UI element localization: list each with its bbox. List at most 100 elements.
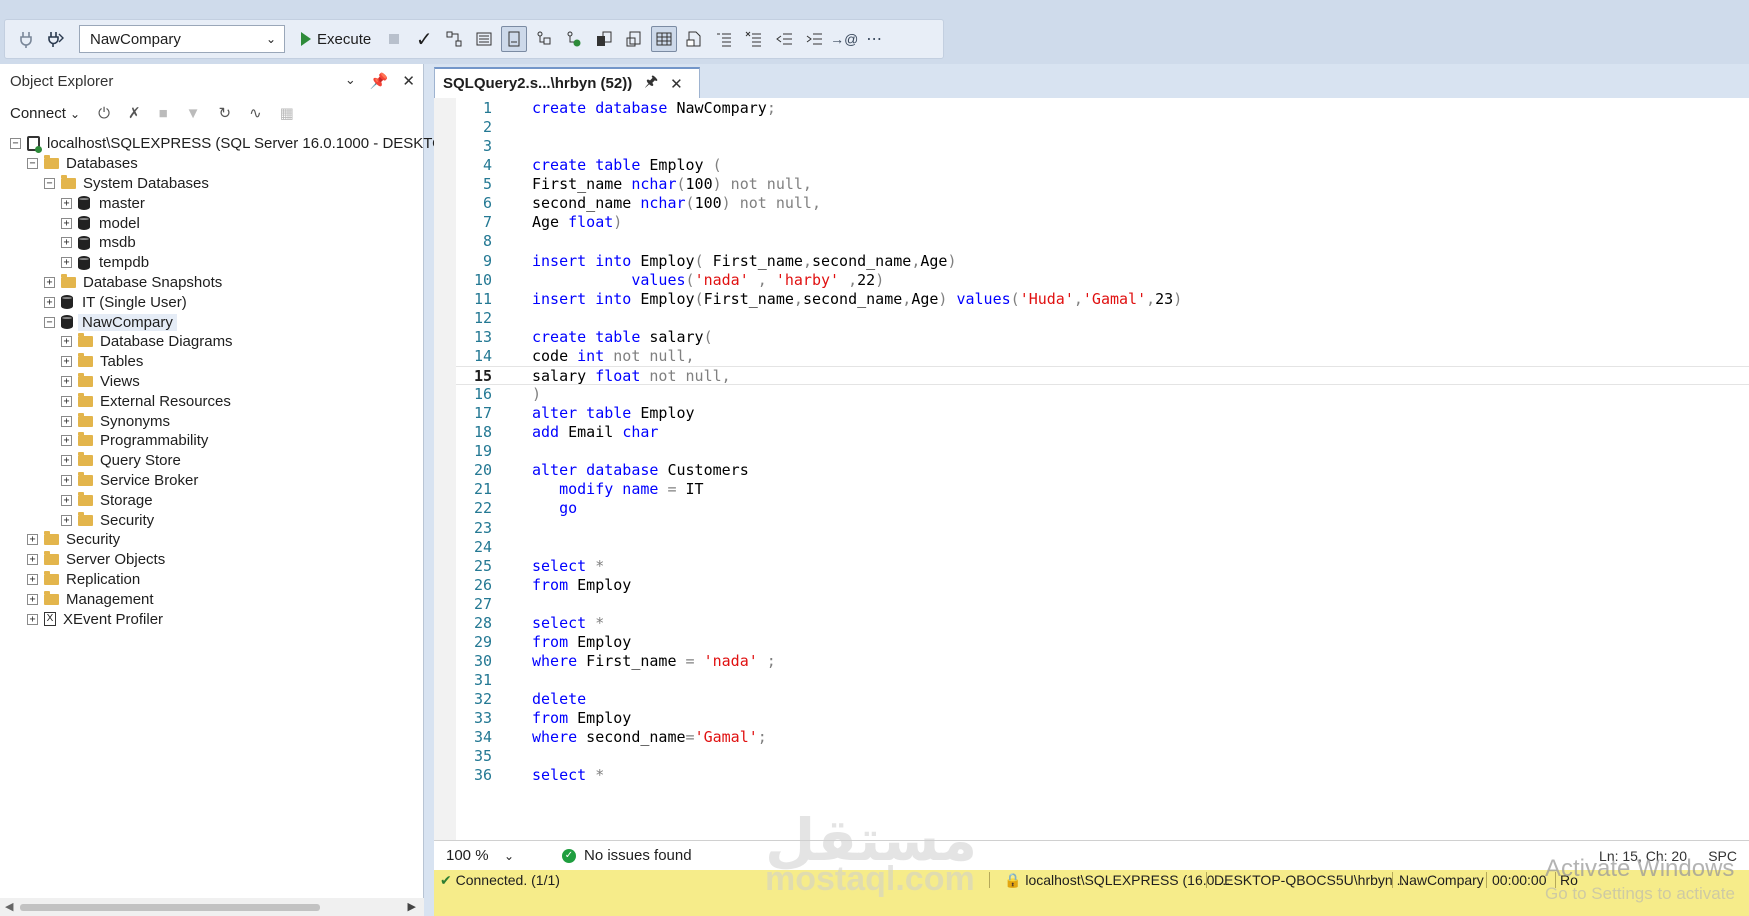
connect-icon[interactable]: [13, 26, 39, 52]
tree-node[interactable]: + Storage: [0, 490, 424, 510]
code-line[interactable]: 20 alter database Customers: [456, 461, 1749, 480]
tree-node[interactable]: + Query Store: [0, 451, 424, 471]
expand-icon[interactable]: +: [27, 593, 38, 605]
code-line[interactable]: 29 from Employ: [456, 633, 1749, 652]
expand-icon[interactable]: +: [61, 494, 72, 506]
tree-node[interactable]: + Service Broker: [0, 471, 424, 491]
code-line[interactable]: 14 code int not null,: [456, 347, 1749, 366]
code-line[interactable]: 6 second_name nchar(100) not null,: [456, 194, 1749, 213]
tab-sqlquery2[interactable]: SQLQuery2.s...\hrbyn (52)) 🖈 ✕: [434, 67, 700, 98]
specify-template-values-icon[interactable]: →@: [830, 26, 858, 52]
tree-node[interactable]: + Database Snapshots: [0, 273, 424, 293]
code-line[interactable]: 19: [456, 442, 1749, 461]
collapse-icon[interactable]: −: [44, 316, 55, 328]
code-line[interactable]: 4 create table Employ (: [456, 156, 1749, 175]
comment-lines-icon[interactable]: [711, 26, 737, 52]
tree-node[interactable]: + Replication: [0, 570, 424, 590]
tree-node[interactable]: + Programmability: [0, 431, 424, 451]
stop-icon[interactable]: [381, 26, 407, 52]
code-line[interactable]: 8: [456, 232, 1749, 251]
scroll-right-icon[interactable]: ▶: [408, 900, 416, 913]
pin-icon[interactable]: 🖈: [644, 71, 658, 96]
tree-node[interactable]: − localhost\SQLEXPRESS (SQL Server 16.0.1…: [0, 134, 579, 154]
collapse-icon[interactable]: −: [10, 138, 21, 150]
expand-icon[interactable]: +: [61, 395, 72, 407]
connect-plug-icon[interactable]: ⏻: [98, 105, 110, 122]
refresh-icon[interactable]: ↻: [218, 104, 231, 122]
code-line[interactable]: 22 go: [456, 499, 1749, 518]
issues-indicator[interactable]: ✓ No issues found: [562, 847, 692, 864]
collapse-icon[interactable]: −: [44, 177, 55, 189]
activity-monitor-icon[interactable]: ∿: [249, 104, 262, 122]
intellisense-toggle-icon[interactable]: [501, 26, 528, 52]
code-line[interactable]: 7 Age float): [456, 213, 1749, 232]
uncomment-lines-icon[interactable]: [741, 26, 767, 52]
code-line[interactable]: 1 create database NawCompary;: [456, 99, 1749, 118]
code-line[interactable]: 30 where First_name = 'nada' ;: [456, 652, 1749, 671]
code-line[interactable]: 21 modify name = IT: [456, 480, 1749, 499]
expand-icon[interactable]: +: [61, 455, 72, 467]
code-line[interactable]: 24: [456, 538, 1749, 557]
code-editor[interactable]: 1 create database NawCompary; 2 3 4 create ta…: [434, 98, 1749, 840]
code-line[interactable]: 32 delete: [456, 690, 1749, 709]
expand-icon[interactable]: +: [61, 415, 72, 427]
scroll-left-icon[interactable]: ◀: [5, 900, 13, 913]
code-line[interactable]: 26 from Employ: [456, 576, 1749, 595]
code-line[interactable]: 16): [456, 385, 1749, 404]
client-statistics-icon[interactable]: [591, 26, 617, 52]
expand-icon[interactable]: +: [61, 356, 72, 368]
disconnect-icon[interactable]: ✗: [128, 104, 141, 122]
expand-icon[interactable]: +: [44, 296, 55, 308]
expand-icon[interactable]: +: [27, 613, 38, 625]
tree-node[interactable]: + Security: [0, 530, 424, 550]
code-line[interactable]: 33 from Employ: [456, 709, 1749, 728]
expand-icon[interactable]: +: [27, 573, 38, 585]
code-line[interactable]: 25 select *: [456, 557, 1749, 576]
tree-node[interactable]: − NawCompary: [0, 312, 424, 332]
code-line[interactable]: 12: [456, 309, 1749, 328]
code-line[interactable]: 10 values('nada' , 'harby' ,22): [456, 271, 1749, 290]
tree-node[interactable]: + Database Diagrams: [0, 332, 424, 352]
code-line[interactable]: 11 insert into Employ(First_name,second_n…: [456, 290, 1749, 309]
expand-icon[interactable]: +: [61, 336, 72, 348]
code-line[interactable]: 9 insert into Employ( First_name,second_n…: [456, 252, 1749, 271]
results-to-file-icon[interactable]: [681, 26, 707, 52]
tree-node[interactable]: + Management: [0, 589, 424, 609]
code-line[interactable]: 2: [456, 118, 1749, 137]
code-line[interactable]: 23: [456, 519, 1749, 538]
tree-node[interactable]: + Synonyms: [0, 411, 424, 431]
change-connection-icon[interactable]: [43, 26, 69, 52]
tree-node[interactable]: + External Resources: [0, 391, 424, 411]
tree-node[interactable]: + Views: [0, 372, 424, 392]
expand-icon[interactable]: +: [61, 197, 72, 209]
summary-icon[interactable]: ▦: [280, 104, 294, 122]
scrollbar-thumb[interactable]: [20, 904, 320, 911]
query-options-icon[interactable]: [471, 26, 497, 52]
results-to-grid-icon[interactable]: [651, 26, 678, 52]
code-line[interactable]: 17 alter table Employ: [456, 404, 1749, 423]
tree-node[interactable]: + IT (Single User): [0, 292, 424, 312]
code-line[interactable]: 35: [456, 747, 1749, 766]
expand-icon[interactable]: +: [61, 474, 72, 486]
tree-node[interactable]: + msdb: [0, 233, 424, 253]
pin-icon[interactable]: 📌: [370, 72, 389, 90]
zoom-select[interactable]: 100 % ⌄: [442, 844, 522, 868]
available-databases-select[interactable]: NawCompary ⌄: [79, 25, 285, 53]
code-line[interactable]: 31: [456, 671, 1749, 690]
display-estimated-plan-icon[interactable]: [441, 26, 467, 52]
tree-node[interactable]: + X XEvent Profiler: [0, 609, 424, 629]
code-line[interactable]: 13 create table salary(: [456, 328, 1749, 347]
results-to-text-icon[interactable]: [621, 26, 647, 52]
execute-button[interactable]: Execute: [295, 25, 377, 53]
connect-dropdown[interactable]: Connect ⌄: [10, 105, 80, 122]
tree-node[interactable]: − System Databases: [0, 174, 424, 194]
code-line[interactable]: 27: [456, 595, 1749, 614]
expand-icon[interactable]: +: [61, 217, 72, 229]
tree-node[interactable]: + master: [0, 193, 424, 213]
chevron-down-icon[interactable]: ⌄: [345, 72, 356, 90]
collapse-icon[interactable]: −: [27, 158, 38, 170]
tree-node[interactable]: + model: [0, 213, 424, 233]
code-line[interactable]: 28 select *: [456, 614, 1749, 633]
tree-node[interactable]: + Tables: [0, 352, 424, 372]
decrease-indent-icon[interactable]: [771, 26, 797, 52]
